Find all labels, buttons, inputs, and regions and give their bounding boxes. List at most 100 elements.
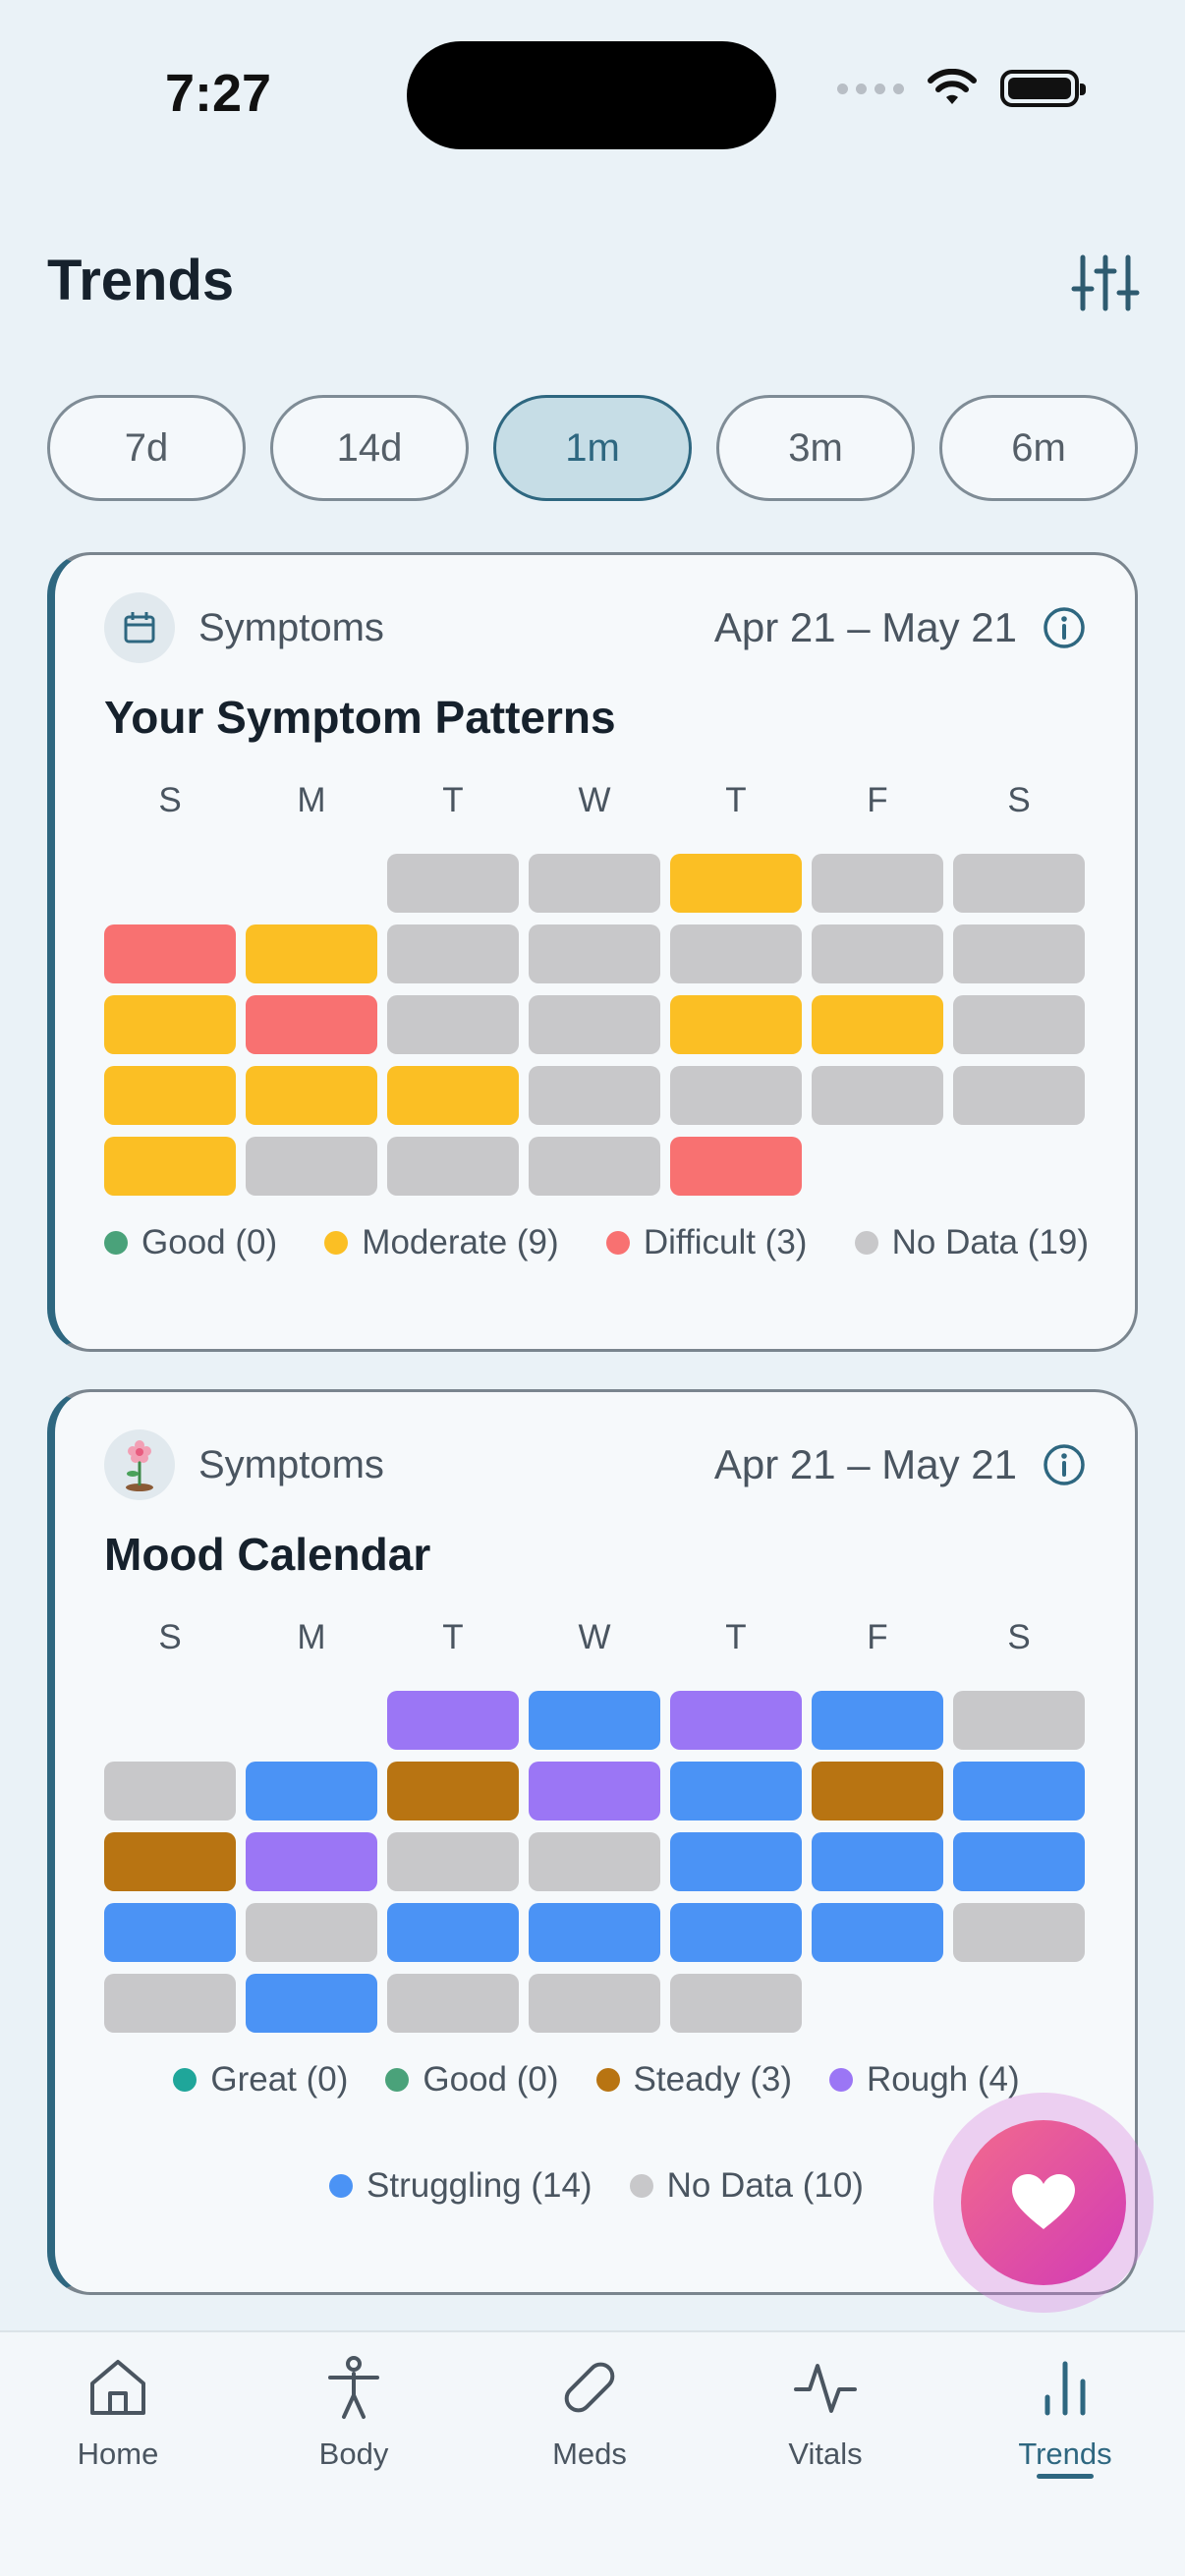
legend-item: Good (0): [385, 2060, 559, 2100]
mood-log-button[interactable]: [961, 2120, 1126, 2285]
mood-legend-row-1: Great (0) Good (0) Steady (3) Rough (4): [104, 2060, 1089, 2100]
wifi-icon: [928, 69, 977, 104]
tab-home[interactable]: Home: [20, 2352, 216, 2472]
tab-trends[interactable]: Trends: [967, 2352, 1163, 2479]
weekday-header: S M T W T F S: [104, 781, 1089, 820]
calendar-day-no-data[interactable]: [670, 924, 802, 983]
date-range: Apr 21 – May 21: [713, 604, 1017, 650]
range-chip-6m[interactable]: 6m: [939, 395, 1138, 501]
bar-chart-icon: [1044, 2361, 1086, 2416]
calendar-day-moderate[interactable]: [104, 995, 236, 1054]
calendar-day-struggling[interactable]: [670, 1903, 802, 1962]
calendar-day-no-data[interactable]: [529, 1974, 660, 2033]
pulse-icon: [794, 2364, 857, 2413]
calendar-day-moderate[interactable]: [246, 1066, 377, 1125]
tab-vitals[interactable]: Vitals: [727, 2352, 924, 2472]
calendar-day-moderate[interactable]: [387, 1066, 519, 1125]
calendar-day-steady[interactable]: [812, 1762, 943, 1820]
legend-dot: [629, 2174, 653, 2198]
info-icon[interactable]: [1043, 1443, 1086, 1486]
calendar-day-no-data[interactable]: [812, 924, 943, 983]
weekday-label: S: [1007, 1618, 1031, 1656]
range-chip-3m[interactable]: 3m: [716, 395, 915, 501]
range-chip-1m[interactable]: 1m: [493, 395, 692, 501]
calendar-day-empty: [246, 854, 377, 913]
calendar-day-no-data[interactable]: [104, 1974, 236, 2033]
calendar-day-struggling[interactable]: [104, 1903, 236, 1962]
calendar-day-moderate[interactable]: [670, 995, 802, 1054]
calendar-day-no-data[interactable]: [387, 924, 519, 983]
calendar-day-rough[interactable]: [529, 1762, 660, 1820]
calendar-day-moderate[interactable]: [670, 854, 802, 913]
calendar-day-struggling[interactable]: [953, 1832, 1085, 1891]
calendar-day-moderate[interactable]: [246, 924, 377, 983]
weekday-label: W: [578, 781, 611, 819]
calendar-day-no-data[interactable]: [246, 1903, 377, 1962]
range-chip-14d[interactable]: 14d: [270, 395, 469, 501]
calendar-day-no-data[interactable]: [953, 1903, 1085, 1962]
calendar-day-struggling[interactable]: [670, 1762, 802, 1820]
calendar-day-struggling[interactable]: [812, 1903, 943, 1962]
calendar-day-empty: [953, 1974, 1085, 2033]
calendar-day-steady[interactable]: [387, 1762, 519, 1820]
calendar-day-no-data[interactable]: [670, 1974, 802, 2033]
sliders-icon[interactable]: [1071, 253, 1140, 312]
calendar-day-no-data[interactable]: [812, 1066, 943, 1125]
calendar-day-struggling[interactable]: [812, 1832, 943, 1891]
calendar-day-no-data[interactable]: [953, 924, 1085, 983]
calendar-day-no-data[interactable]: [387, 1137, 519, 1196]
calendar-day-difficult[interactable]: [670, 1137, 802, 1196]
bottom-tab-bar: Home Body Meds Vitals Trends: [0, 2330, 1185, 2576]
calendar-day-no-data[interactable]: [529, 1832, 660, 1891]
calendar-day-moderate[interactable]: [104, 1137, 236, 1196]
calendar-day-no-data[interactable]: [529, 924, 660, 983]
symptom-patterns-card[interactable]: Symptoms Apr 21 – May 21 Your Symptom Pa…: [47, 552, 1138, 1352]
calendar-day-struggling[interactable]: [953, 1762, 1085, 1820]
calendar-day-struggling[interactable]: [246, 1762, 377, 1820]
legend-dot: [829, 2068, 853, 2092]
legend-dot: [854, 1231, 878, 1255]
calendar-day-no-data[interactable]: [387, 1974, 519, 2033]
calendar-day-rough[interactable]: [387, 1691, 519, 1750]
calendar-day-no-data[interactable]: [953, 854, 1085, 913]
body-icon: [328, 2356, 379, 2419]
legend-item: Good (0): [104, 1223, 277, 1262]
info-icon[interactable]: [1043, 606, 1086, 649]
calendar-day-difficult[interactable]: [104, 924, 236, 983]
calendar-day-steady[interactable]: [104, 1832, 236, 1891]
calendar-day-no-data[interactable]: [953, 1066, 1085, 1125]
calendar-day-no-data[interactable]: [953, 1691, 1085, 1750]
calendar-day-no-data[interactable]: [387, 1832, 519, 1891]
calendar-day-struggling[interactable]: [246, 1974, 377, 2033]
legend-label: Difficult (3): [643, 1223, 808, 1261]
calendar-day-no-data[interactable]: [104, 1762, 236, 1820]
calendar-day-struggling[interactable]: [529, 1691, 660, 1750]
status-icons: [837, 69, 1086, 108]
calendar-day-struggling[interactable]: [670, 1832, 802, 1891]
tab-body[interactable]: Body: [255, 2352, 452, 2472]
weekday-label: F: [867, 781, 888, 819]
range-chip-7d[interactable]: 7d: [47, 395, 246, 501]
calendar-day-no-data[interactable]: [529, 995, 660, 1054]
calendar-day-no-data[interactable]: [246, 1137, 377, 1196]
calendar-day-struggling[interactable]: [387, 1903, 519, 1962]
dynamic-island: [407, 41, 776, 149]
calendar-day-difficult[interactable]: [246, 995, 377, 1054]
card-category: Symptoms: [198, 1442, 384, 1486]
calendar-day-no-data[interactable]: [812, 854, 943, 913]
calendar-day-struggling[interactable]: [529, 1903, 660, 1962]
calendar-day-rough[interactable]: [670, 1691, 802, 1750]
calendar-day-no-data[interactable]: [953, 995, 1085, 1054]
calendar-day-moderate[interactable]: [104, 1066, 236, 1125]
calendar-day-no-data[interactable]: [670, 1066, 802, 1125]
calendar-day-struggling[interactable]: [812, 1691, 943, 1750]
calendar-day-no-data[interactable]: [387, 995, 519, 1054]
calendar-day-no-data[interactable]: [529, 1066, 660, 1125]
calendar-day-rough[interactable]: [246, 1832, 377, 1891]
calendar-day-moderate[interactable]: [812, 995, 943, 1054]
calendar-day-no-data[interactable]: [529, 854, 660, 913]
tab-meds[interactable]: Meds: [491, 2352, 688, 2472]
calendar-day-no-data[interactable]: [387, 854, 519, 913]
calendar-day-no-data[interactable]: [529, 1137, 660, 1196]
battery-icon: [1000, 70, 1086, 107]
